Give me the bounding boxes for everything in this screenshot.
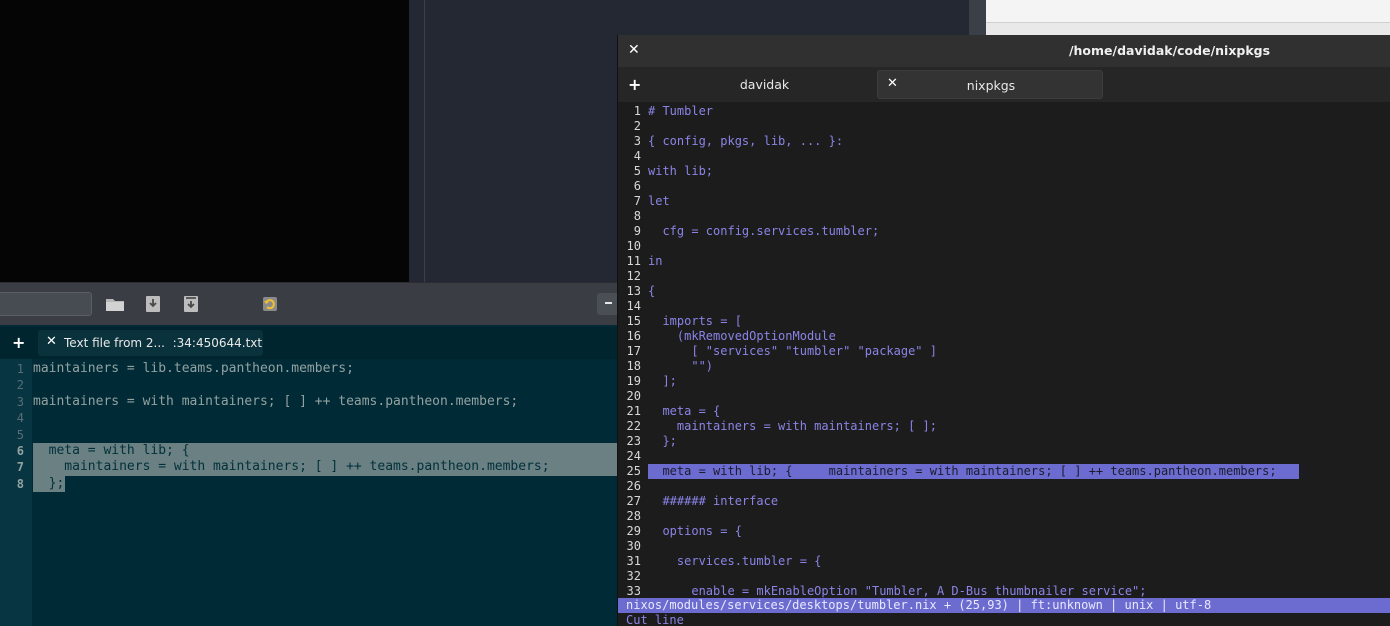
line-number: 2 [16, 378, 24, 393]
text-line: maintainers = with maintainers; [ ] ++ t… [33, 393, 519, 409]
line-number: 8 [633, 209, 641, 223]
line-number: 2 [633, 119, 641, 133]
tab-davidak[interactable]: davidak [653, 70, 876, 99]
line-number: 12 [626, 269, 641, 283]
line-number: 4 [16, 411, 24, 426]
line-number: 32 [626, 569, 641, 583]
tab-nixpkgs[interactable]: ✕ nixpkgs [877, 70, 1103, 99]
line-number: 21 [626, 404, 641, 418]
path-field[interactable] [0, 292, 92, 316]
code-line: meta = { [648, 404, 721, 418]
editor-text-area[interactable]: maintainers = lib.teams.pantheon.members… [33, 359, 618, 626]
line-number: 11 [626, 254, 641, 268]
background-window-edge [969, 0, 986, 35]
terminal-editor-buffer[interactable]: # Tumbler { config, pkgs, lib, ... }: with… [648, 102, 1390, 598]
line-number: 27 [626, 494, 641, 508]
line-number: 30 [626, 539, 641, 553]
line-number: 5 [633, 164, 641, 178]
background-window-black [0, 0, 409, 282]
line-number: 17 [626, 344, 641, 358]
code-line: with lib; [648, 164, 714, 178]
code-line: in [648, 254, 663, 268]
new-tab-icon[interactable]: + [12, 333, 25, 352]
line-number: 14 [626, 299, 641, 313]
terminal-titlebar: ✕ /home/davidak/code/nixpkgs [618, 35, 1390, 67]
editor-tab-bar: + ✕ Text file from 2... :34:450644.txt [0, 327, 618, 359]
line-number: 15 [626, 314, 641, 328]
line-number: 16 [626, 329, 641, 343]
line-number: 13 [626, 284, 641, 298]
editor-line-numbers: 1 23 45 6 78 [0, 359, 32, 626]
code-line: { config, pkgs, lib, ... }: [648, 134, 844, 148]
line-number: 31 [626, 554, 641, 568]
revert-icon[interactable] [259, 293, 281, 315]
text-editor-window: + ✕ Text file from 2... :34:450644.txt 1… [0, 282, 618, 626]
status-bar: nixos/modules/services/desktops/tumbler.… [618, 598, 1390, 613]
save-as-icon[interactable] [180, 293, 202, 315]
line-number: 6 [633, 179, 641, 193]
editor-toolbar [0, 282, 618, 325]
text-line: maintainers = with maintainers; [ ] ++ t… [33, 459, 550, 475]
text-line: meta = with lib; { [33, 443, 190, 458]
line-number: 1 [16, 362, 24, 376]
line-number: 22 [626, 419, 641, 433]
line-number: 8 [16, 476, 24, 491]
code-line: meta = with lib; { maintainers = with ma… [648, 464, 1313, 479]
line-number: 1 [633, 104, 641, 118]
save-icon[interactable] [142, 293, 164, 315]
line-number: 23 [626, 434, 641, 448]
line-number: 28 [626, 509, 641, 523]
code-line: [ "services" "tumbler" "package" ] [648, 344, 937, 358]
close-tab-icon[interactable]: ✕ [46, 334, 57, 349]
line-number: 18 [626, 359, 641, 373]
code-line: # Tumbler [648, 104, 714, 118]
background-window-white-header [986, 22, 1390, 35]
message-line: Cut line [626, 613, 684, 626]
code-line: { [648, 284, 656, 298]
code-line: imports = [ [648, 314, 742, 328]
new-tab-icon[interactable]: + [628, 75, 641, 94]
code-line: let [648, 194, 670, 208]
line-number: 29 [626, 524, 641, 538]
code-line: "") [648, 359, 714, 373]
code-line: }; [648, 434, 677, 448]
line-number: 26 [626, 479, 641, 493]
line-number: 3 [16, 394, 24, 409]
window-title: /home/davidak/code/nixpkgs [1068, 43, 1271, 58]
terminal-tab-bar: + davidak ✕ nixpkgs [618, 67, 1390, 102]
menu-button[interactable] [597, 293, 618, 315]
terminal-line-numbers: 1 2 3 4 5 6 7 8 9 10 11 12 13 14 15 16 17 18 19 20 21 22 23 24 2… [618, 102, 648, 598]
line-number: 7 [633, 194, 641, 208]
line-number: 19 [626, 374, 641, 388]
open-folder-icon[interactable] [104, 293, 126, 315]
editor-tab-label: Text file from 2... :34:450644.txt [64, 336, 263, 350]
background-window-white [986, 0, 1390, 22]
code-line: ###### interface [648, 494, 779, 508]
code-line: (mkRemovedOptionModule [648, 329, 836, 343]
line-number: 24 [626, 449, 641, 463]
tab-label: davidak [739, 77, 790, 92]
code-line: services.tumbler = { [648, 554, 822, 568]
line-number: 9 [633, 224, 641, 238]
line-number: 10 [626, 239, 641, 253]
line-number: 7 [16, 460, 24, 475]
line-number: 25 [626, 464, 641, 478]
code-line: enable = mkEnableOption "Tumbler, A D-Bu… [648, 584, 1147, 598]
text-line: maintainers = lib.teams.pantheon.members… [33, 361, 354, 376]
line-number: 20 [626, 389, 641, 403]
line-number: 6 [16, 444, 24, 458]
line-number: 5 [16, 427, 24, 442]
line-number: 33 [626, 584, 641, 598]
code-line: ]; [648, 374, 677, 388]
code-line: cfg = config.services.tumbler; [648, 224, 880, 238]
line-number: 3 [633, 134, 641, 148]
code-line: options = { [648, 524, 742, 538]
text-line: }; [33, 475, 65, 491]
tab-label: nixpkgs [966, 78, 1016, 93]
code-line: maintainers = with maintainers; [ ]; [648, 419, 937, 433]
terminal-window: ✕ /home/davidak/code/nixpkgs + davidak ✕… [617, 35, 1390, 626]
line-number: 4 [633, 149, 641, 163]
editor-tab[interactable]: ✕ Text file from 2... :34:450644.txt [38, 330, 263, 356]
